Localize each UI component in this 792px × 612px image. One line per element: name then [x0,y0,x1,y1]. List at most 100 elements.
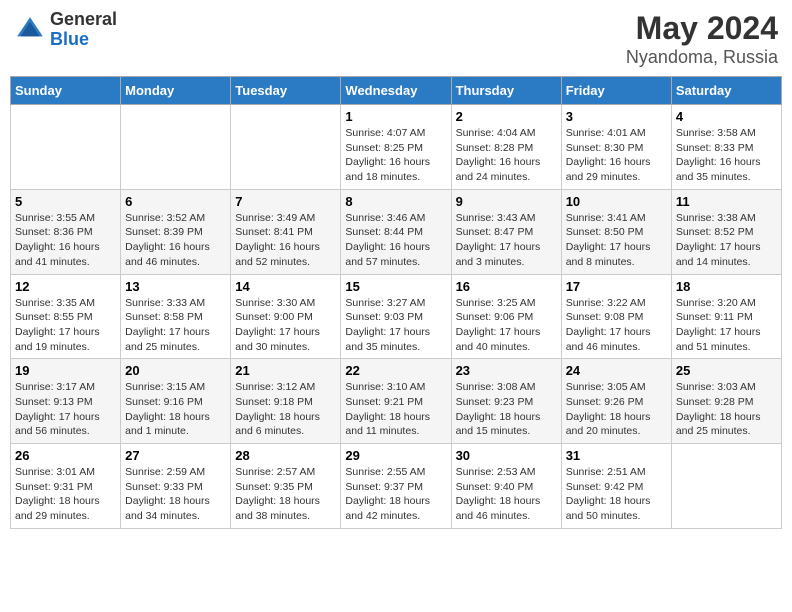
calendar-day-cell: 6 Sunrise: 3:52 AMSunset: 8:39 PMDaylight… [121,189,231,274]
weekday-header-saturday: Saturday [671,77,781,105]
weekday-header-thursday: Thursday [451,77,561,105]
day-info: Sunrise: 3:15 AMSunset: 9:16 PMDaylight:… [125,380,226,439]
calendar-day-cell [231,105,341,190]
calendar-day-cell: 22Sunrise: 3:10 AMSunset: 9:21 PMDayligh… [341,359,451,444]
day-number: 8 [345,194,446,209]
logo-text: General Blue [50,10,117,50]
calendar-day-cell: 21 Sunrise: 3:12 AMSunset: 9:18 PMDayligh… [231,359,341,444]
calendar-day-cell: 19 Sunrise: 3:17 AMSunset: 9:13 PMDayligh… [11,359,121,444]
calendar-week-row: 5 Sunrise: 3:55 AMSunset: 8:36 PMDaylight… [11,189,782,274]
calendar-day-cell: 2 Sunrise: 4:04 AMSunset: 8:28 PMDaylight… [451,105,561,190]
day-number: 29 [345,448,446,463]
day-number: 25 [676,363,777,378]
day-info: Sunrise: 3:17 AMSunset: 9:13 PMDaylight:… [15,380,116,439]
day-info: Sunrise: 2:55 AMSunset: 9:37 PMDaylight:… [345,465,446,524]
calendar-day-cell: 9Sunrise: 3:43 AMSunset: 8:47 PMDaylight… [451,189,561,274]
day-info: Sunrise: 3:03 AMSunset: 9:28 PMDaylight:… [676,380,777,439]
calendar-day-cell: 29 Sunrise: 2:55 AMSunset: 9:37 PMDayligh… [341,444,451,529]
calendar-day-cell: 23Sunrise: 3:08 AMSunset: 9:23 PMDayligh… [451,359,561,444]
day-number: 1 [345,109,446,124]
day-number: 9 [456,194,557,209]
weekday-header-tuesday: Tuesday [231,77,341,105]
calendar-day-cell: 15 Sunrise: 3:27 AMSunset: 9:03 PMDayligh… [341,274,451,359]
day-info: Sunrise: 3:38 AMSunset: 8:52 PMDaylight:… [676,211,777,270]
title-block: May 2024 Nyandoma, Russia [626,10,778,68]
day-info: Sunrise: 2:53 AMSunset: 9:40 PMDaylight:… [456,465,557,524]
logo: General Blue [14,10,117,50]
calendar-day-cell: 27Sunrise: 2:59 AMSunset: 9:33 PMDayligh… [121,444,231,529]
day-number: 13 [125,279,226,294]
day-info: Sunrise: 3:41 AMSunset: 8:50 PMDaylight:… [566,211,667,270]
day-number: 2 [456,109,557,124]
calendar-day-cell: 3Sunrise: 4:01 AMSunset: 8:30 PMDaylight… [561,105,671,190]
day-number: 12 [15,279,116,294]
day-info: Sunrise: 3:33 AMSunset: 8:58 PMDaylight:… [125,296,226,355]
day-info: Sunrise: 3:05 AMSunset: 9:26 PMDaylight:… [566,380,667,439]
day-number: 4 [676,109,777,124]
calendar-day-cell: 28Sunrise: 2:57 AMSunset: 9:35 PMDayligh… [231,444,341,529]
day-info: Sunrise: 4:01 AMSunset: 8:30 PMDaylight:… [566,126,667,185]
calendar-day-cell: 31Sunrise: 2:51 AMSunset: 9:42 PMDayligh… [561,444,671,529]
day-number: 19 [15,363,116,378]
day-number: 18 [676,279,777,294]
day-number: 14 [235,279,336,294]
day-info: Sunrise: 3:35 AMSunset: 8:55 PMDaylight:… [15,296,116,355]
day-info: Sunrise: 3:58 AMSunset: 8:33 PMDaylight:… [676,126,777,185]
day-info: Sunrise: 3:30 AMSunset: 9:00 PMDaylight:… [235,296,336,355]
calendar-day-cell: 24 Sunrise: 3:05 AMSunset: 9:26 PMDayligh… [561,359,671,444]
day-info: Sunrise: 3:55 AMSunset: 8:36 PMDaylight:… [15,211,116,270]
day-info: Sunrise: 3:10 AMSunset: 9:21 PMDaylight:… [345,380,446,439]
calendar-day-cell: 8Sunrise: 3:46 AMSunset: 8:44 PMDaylight… [341,189,451,274]
day-number: 11 [676,194,777,209]
calendar-day-cell: 10 Sunrise: 3:41 AMSunset: 8:50 PMDayligh… [561,189,671,274]
day-number: 31 [566,448,667,463]
calendar-day-cell [11,105,121,190]
calendar-day-cell: 13 Sunrise: 3:33 AMSunset: 8:58 PMDayligh… [121,274,231,359]
calendar-day-cell: 17 Sunrise: 3:22 AMSunset: 9:08 PMDayligh… [561,274,671,359]
day-info: Sunrise: 3:22 AMSunset: 9:08 PMDaylight:… [566,296,667,355]
calendar-day-cell: 11 Sunrise: 3:38 AMSunset: 8:52 PMDayligh… [671,189,781,274]
day-number: 21 [235,363,336,378]
calendar-day-cell: 16 Sunrise: 3:25 AMSunset: 9:06 PMDayligh… [451,274,561,359]
calendar-day-cell: 26 Sunrise: 3:01 AMSunset: 9:31 PMDayligh… [11,444,121,529]
weekday-header-row: SundayMondayTuesdayWednesdayThursdayFrid… [11,77,782,105]
calendar-day-cell: 5 Sunrise: 3:55 AMSunset: 8:36 PMDaylight… [11,189,121,274]
day-number: 6 [125,194,226,209]
calendar-week-row: 19 Sunrise: 3:17 AMSunset: 9:13 PMDayligh… [11,359,782,444]
day-number: 23 [456,363,557,378]
calendar-day-cell: 14 Sunrise: 3:30 AMSunset: 9:00 PMDayligh… [231,274,341,359]
day-number: 24 [566,363,667,378]
day-info: Sunrise: 3:12 AMSunset: 9:18 PMDaylight:… [235,380,336,439]
day-number: 7 [235,194,336,209]
weekday-header-friday: Friday [561,77,671,105]
day-number: 20 [125,363,226,378]
day-number: 5 [15,194,116,209]
day-info: Sunrise: 4:04 AMSunset: 8:28 PMDaylight:… [456,126,557,185]
calendar-title: May 2024 [626,10,778,47]
day-number: 15 [345,279,446,294]
calendar-day-cell: 12 Sunrise: 3:35 AMSunset: 8:55 PMDayligh… [11,274,121,359]
day-number: 16 [456,279,557,294]
calendar-day-cell [671,444,781,529]
day-info: Sunrise: 3:25 AMSunset: 9:06 PMDaylight:… [456,296,557,355]
weekday-header-sunday: Sunday [11,77,121,105]
calendar-day-cell: 20 Sunrise: 3:15 AMSunset: 9:16 PMDayligh… [121,359,231,444]
calendar-subtitle: Nyandoma, Russia [626,47,778,68]
day-info: Sunrise: 3:01 AMSunset: 9:31 PMDaylight:… [15,465,116,524]
day-info: Sunrise: 3:52 AMSunset: 8:39 PMDaylight:… [125,211,226,270]
calendar-week-row: 1 Sunrise: 4:07 AMSunset: 8:25 PMDaylight… [11,105,782,190]
logo-blue: Blue [50,30,117,50]
calendar-table: SundayMondayTuesdayWednesdayThursdayFrid… [10,76,782,529]
day-info: Sunrise: 2:59 AMSunset: 9:33 PMDaylight:… [125,465,226,524]
day-number: 17 [566,279,667,294]
calendar-day-cell: 30Sunrise: 2:53 AMSunset: 9:40 PMDayligh… [451,444,561,529]
calendar-day-cell: 25 Sunrise: 3:03 AMSunset: 9:28 PMDayligh… [671,359,781,444]
day-info: Sunrise: 3:27 AMSunset: 9:03 PMDaylight:… [345,296,446,355]
page-header: General Blue May 2024 Nyandoma, Russia [10,10,782,68]
day-number: 26 [15,448,116,463]
day-number: 10 [566,194,667,209]
calendar-week-row: 12 Sunrise: 3:35 AMSunset: 8:55 PMDayligh… [11,274,782,359]
day-info: Sunrise: 4:07 AMSunset: 8:25 PMDaylight:… [345,126,446,185]
calendar-week-row: 26 Sunrise: 3:01 AMSunset: 9:31 PMDayligh… [11,444,782,529]
day-number: 28 [235,448,336,463]
